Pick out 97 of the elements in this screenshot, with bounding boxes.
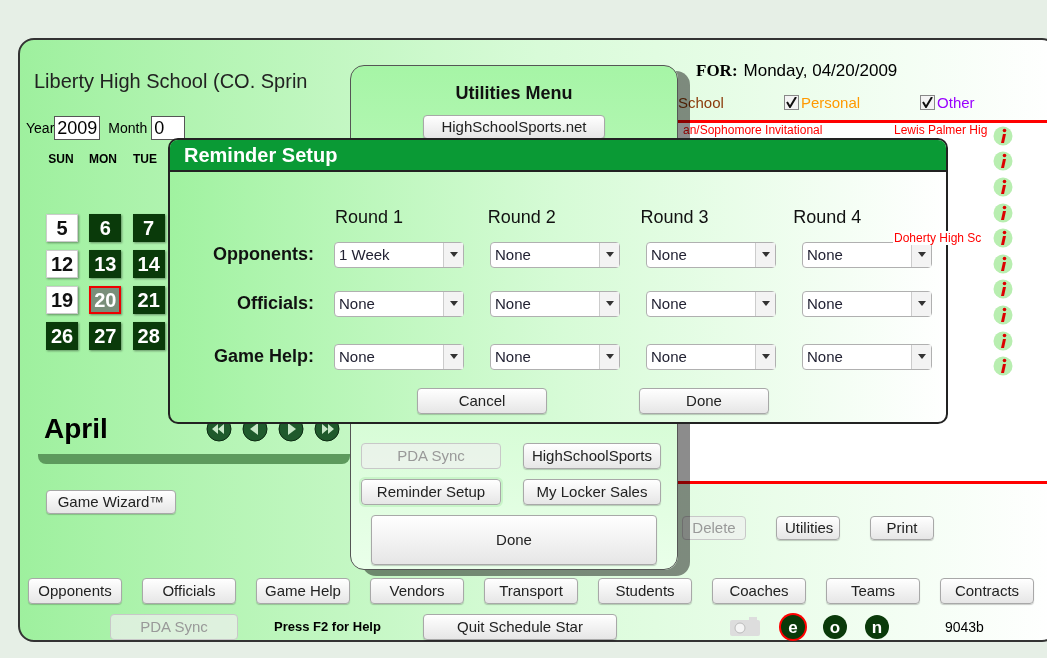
calendar-day[interactable]: 5 bbox=[46, 214, 78, 242]
calendar-day[interactable]: 6 bbox=[89, 214, 122, 242]
dialog-button[interactable]: Done bbox=[639, 388, 769, 414]
round-header: Round 4 bbox=[793, 206, 863, 229]
menu-button[interactable]: HighSchoolSports bbox=[523, 443, 661, 469]
weekday-label: SUN bbox=[47, 151, 75, 168]
caret-icon bbox=[917, 354, 926, 359]
module-button[interactable]: Contracts bbox=[940, 578, 1034, 604]
menu-done-button[interactable]: Done bbox=[371, 515, 657, 565]
module-button[interactable]: Vendors bbox=[370, 578, 464, 604]
module-button[interactable]: Transport bbox=[484, 578, 578, 604]
reminder-row-label: Game Help: bbox=[212, 345, 314, 368]
info-icon[interactable] bbox=[993, 177, 1013, 197]
module-button[interactable]: Students bbox=[598, 578, 692, 604]
year-field[interactable]: 2009 bbox=[54, 116, 101, 140]
dropdown[interactable]: None bbox=[490, 343, 620, 370]
dropdown[interactable]: None bbox=[646, 241, 776, 268]
help-text: Press F2 for Help bbox=[274, 618, 381, 637]
calendar-day[interactable]: 12 bbox=[46, 250, 78, 278]
calendar-day[interactable]: 13 bbox=[89, 250, 122, 278]
round-header: Round 1 bbox=[335, 206, 405, 229]
module-button[interactable]: Opponents bbox=[28, 578, 122, 604]
weekday-label: MON bbox=[89, 151, 117, 168]
info-icon[interactable] bbox=[993, 304, 1013, 325]
month-label: Month bbox=[108, 118, 148, 138]
dropdown[interactable]: None bbox=[334, 290, 464, 317]
info-icon[interactable] bbox=[993, 202, 1013, 223]
status-icon[interactable]: n bbox=[864, 615, 889, 639]
info-icon[interactable] bbox=[993, 253, 1013, 274]
caret-icon bbox=[917, 252, 926, 257]
info-icon[interactable] bbox=[993, 279, 1013, 300]
module-button[interactable]: Teams bbox=[826, 578, 920, 604]
info-icon[interactable] bbox=[993, 228, 1013, 249]
calendar-day[interactable]: 21 bbox=[132, 286, 165, 314]
schedule-date: Monday, 04/20/2009 bbox=[743, 60, 898, 82]
calendar-day[interactable]: 27 bbox=[89, 322, 122, 350]
filter-checkbox[interactable] bbox=[920, 95, 936, 111]
calendar-day[interactable]: 19 bbox=[46, 286, 78, 314]
year-label: Year bbox=[26, 118, 55, 138]
dropdown[interactable]: None bbox=[490, 290, 620, 317]
info-icon[interactable] bbox=[993, 125, 1013, 146]
caret-icon bbox=[761, 301, 770, 306]
calendar-day[interactable]: 14 bbox=[132, 250, 165, 278]
info-icon[interactable] bbox=[993, 151, 1013, 172]
action-button[interactable]: Print bbox=[870, 516, 934, 540]
caret-icon bbox=[449, 354, 458, 359]
dialog-title: Reminder Setup bbox=[184, 143, 338, 168]
filter-label: School bbox=[678, 92, 724, 113]
info-icon[interactable] bbox=[993, 330, 1013, 351]
action-button[interactable]: Utilities bbox=[776, 516, 840, 540]
filter-checkbox[interactable] bbox=[783, 95, 799, 111]
caret-icon bbox=[761, 252, 770, 257]
module-button[interactable]: Officials bbox=[142, 578, 236, 604]
calendar-day[interactable]: 28 bbox=[132, 322, 165, 350]
dropdown[interactable]: None bbox=[646, 290, 776, 317]
caret-icon bbox=[761, 354, 770, 359]
module-button[interactable]: Coaches bbox=[712, 578, 806, 604]
game-wizard-button[interactable]: Game Wizard™ bbox=[46, 490, 176, 514]
round-header: Round 2 bbox=[487, 206, 557, 229]
status-icon[interactable]: e bbox=[780, 615, 805, 639]
filter-label: Personal bbox=[800, 92, 861, 113]
dropdown[interactable]: None bbox=[802, 290, 932, 317]
module-button[interactable]: Game Help bbox=[256, 578, 350, 604]
quit-button[interactable]: Quit Schedule Star bbox=[422, 614, 617, 640]
calendar-day[interactable]: 26 bbox=[46, 322, 78, 350]
filter-label: Other bbox=[937, 92, 975, 113]
event-location[interactable]: Doherty High Sc bbox=[893, 231, 983, 246]
calendar-day[interactable]: 7 bbox=[132, 214, 165, 242]
caret-icon bbox=[605, 301, 614, 306]
reminder-row-label: Officials: bbox=[235, 292, 314, 315]
dropdown[interactable]: None bbox=[490, 241, 620, 268]
weekday-label: TUE bbox=[132, 151, 158, 168]
dropdown[interactable]: None bbox=[334, 343, 464, 370]
caret-icon bbox=[917, 301, 926, 306]
caret-icon bbox=[449, 252, 458, 257]
caret-icon bbox=[605, 252, 614, 257]
round-header: Round 3 bbox=[640, 206, 710, 229]
caret-icon bbox=[449, 301, 458, 306]
dropdown[interactable]: None bbox=[802, 343, 932, 370]
menu-button[interactable]: My Locker Sales bbox=[523, 479, 661, 505]
month-field[interactable]: 0 bbox=[151, 116, 186, 140]
menu-button[interactable]: Reminder Setup bbox=[361, 479, 501, 505]
info-icon[interactable] bbox=[993, 356, 1013, 377]
menu-button[interactable]: HighSchoolSports.net bbox=[423, 115, 605, 139]
dropdown[interactable]: 1 Week bbox=[334, 241, 464, 268]
schedule-label: FOR: bbox=[696, 60, 738, 82]
event-location[interactable]: Lewis Palmer Hig bbox=[893, 123, 989, 137]
school-title: Liberty High School (CO. Sprin bbox=[34, 69, 309, 94]
menu-title: Utilities Menu bbox=[455, 82, 573, 105]
version-label: 9043b bbox=[944, 617, 984, 637]
event-title[interactable]: an/Sophomore Invitational bbox=[683, 123, 823, 137]
status-icon[interactable]: o bbox=[822, 615, 847, 639]
reminder-row-label: Opponents: bbox=[212, 243, 314, 266]
caret-icon bbox=[605, 354, 614, 359]
dialog-button[interactable]: Cancel bbox=[417, 388, 547, 414]
month-name: April bbox=[44, 412, 109, 446]
dropdown[interactable]: None bbox=[646, 343, 776, 370]
